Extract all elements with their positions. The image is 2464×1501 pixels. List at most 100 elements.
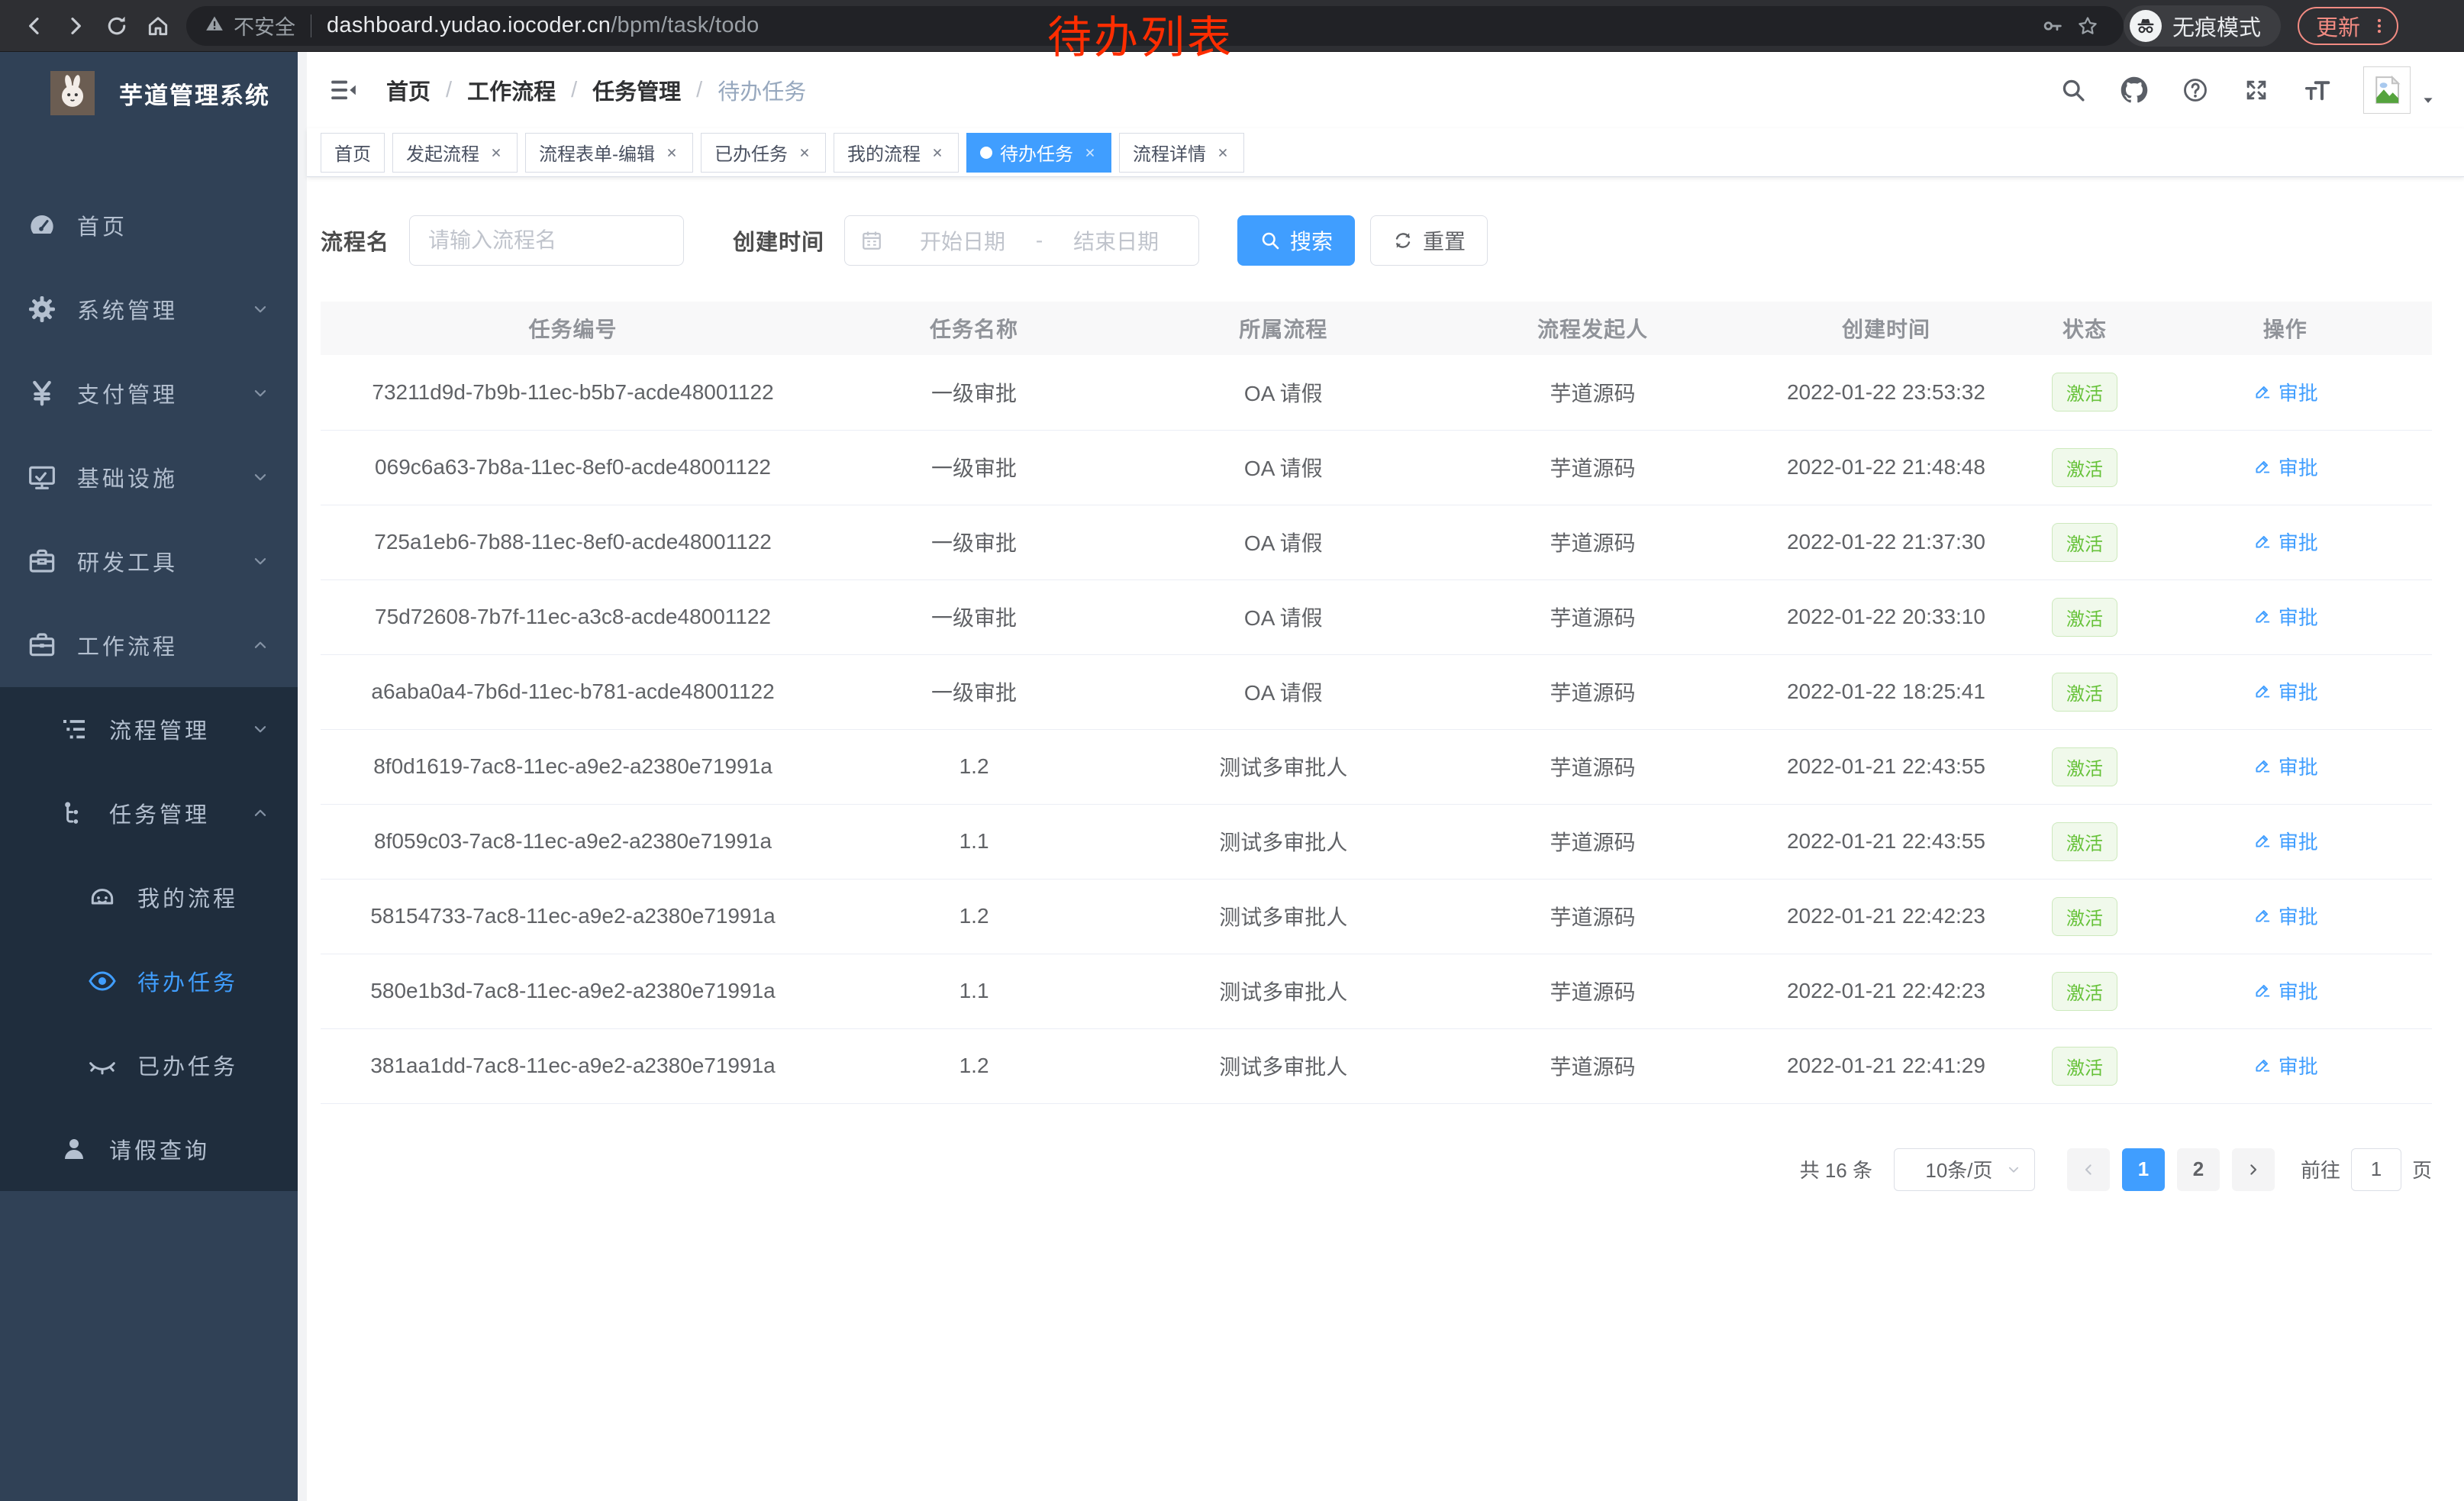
- table-row: 8f059c03-7ac8-11ec-a9e2-a2380e71991a1.1测…: [321, 804, 2432, 879]
- approve-link[interactable]: 审批: [2253, 378, 2318, 406]
- help-icon[interactable]: [2180, 75, 2211, 105]
- reset-button[interactable]: 重置: [1370, 215, 1488, 266]
- process-name-input[interactable]: [409, 215, 684, 266]
- fullscreen-icon[interactable]: [2241, 75, 2272, 105]
- page-button-1[interactable]: 1: [2122, 1148, 2165, 1191]
- tab-发起流程[interactable]: 发起流程: [392, 133, 518, 173]
- breadcrumb-item[interactable]: 工作流程: [467, 74, 556, 106]
- date-range-picker[interactable]: 开始日期 - 结束日期: [844, 215, 1199, 266]
- date-start-placeholder[interactable]: 开始日期: [895, 225, 1030, 256]
- browser-back-icon[interactable]: [14, 5, 55, 47]
- sidebar-item-devtools[interactable]: 研发工具: [0, 519, 298, 603]
- tab-close-icon[interactable]: [489, 145, 504, 160]
- cell-action: 审批: [2138, 954, 2432, 1028]
- tab-close-icon[interactable]: [930, 145, 945, 160]
- approve-link[interactable]: 审批: [2253, 752, 2318, 780]
- cell-task-id: 58154733-7ac8-11ec-a9e2-a2380e71991a: [321, 879, 825, 954]
- edit-pen-icon: [2253, 905, 2279, 925]
- address-bar[interactable]: 不安全 dashboard.yudao.iocoder.cn/bpm/task/…: [186, 6, 2124, 46]
- cell-initiator: 芋道源码: [1443, 804, 1741, 879]
- navbar-right: [2027, 66, 2437, 114]
- approve-link[interactable]: 审批: [2253, 453, 2318, 481]
- app-logo-row[interactable]: 芋道管理系统: [0, 52, 298, 134]
- sidebar: 芋道管理系统 首页系统管理支付管理基础设施研发工具工作流程流程管理任务管理我的流…: [0, 52, 298, 1501]
- sidebar-item-done-task[interactable]: 已办任务: [0, 1023, 298, 1107]
- tab-close-icon[interactable]: [797, 145, 812, 160]
- table-row: 75d72608-7b7f-11ec-a3c8-acde48001122一级审批…: [321, 579, 2432, 654]
- chevron-down-icon: [250, 299, 270, 319]
- bookmark-star-icon[interactable]: [2070, 8, 2105, 44]
- create-time-label: 创建时间: [733, 224, 824, 257]
- cell-initiator: 芋道源码: [1443, 729, 1741, 804]
- tab-待办任务[interactable]: 待办任务: [966, 133, 1111, 173]
- tab-我的流程[interactable]: 我的流程: [834, 133, 959, 173]
- sidebar-item-task-mgmt[interactable]: 任务管理: [0, 771, 298, 855]
- sidebar-item-label: 首页: [77, 209, 127, 241]
- browser-update-button[interactable]: 更新: [2298, 7, 2398, 45]
- font-size-icon[interactable]: [2302, 75, 2333, 105]
- approve-link[interactable]: 审批: [2253, 976, 2318, 1005]
- security-warning-icon[interactable]: [205, 14, 224, 37]
- tab-首页[interactable]: 首页: [321, 133, 385, 173]
- avatar-caret-down-icon[interactable]: [2420, 92, 2437, 108]
- approve-link[interactable]: 审批: [2253, 827, 2318, 855]
- approve-link[interactable]: 审批: [2253, 1051, 2318, 1080]
- cell-initiator: 芋道源码: [1443, 654, 1741, 729]
- cell-initiator: 芋道源码: [1443, 954, 1741, 1028]
- tab-close-icon[interactable]: [1215, 145, 1230, 160]
- search-button-label: 搜索: [1290, 225, 1333, 256]
- sidebar-item-process-mgmt[interactable]: 流程管理: [0, 687, 298, 771]
- sidebar-scrollbar[interactable]: [298, 52, 307, 1501]
- tab-label: 待办任务: [1000, 139, 1073, 166]
- cell-action: 审批: [2138, 1028, 2432, 1103]
- status-badge: 激活: [2052, 1047, 2117, 1086]
- sidebar-item-my-process[interactable]: 我的流程: [0, 855, 298, 939]
- edit-pen-icon: [2253, 382, 2279, 402]
- browser-forward-icon[interactable]: [55, 5, 96, 47]
- page-size-select[interactable]: 10条/页: [1894, 1148, 2035, 1191]
- browser-home-icon[interactable]: [137, 5, 179, 47]
- github-icon[interactable]: [2119, 75, 2150, 105]
- approve-link[interactable]: 审批: [2253, 528, 2318, 556]
- password-key-icon[interactable]: [2035, 8, 2070, 44]
- search-button-icon: [1259, 230, 1290, 251]
- tab-流程详情[interactable]: 流程详情: [1119, 133, 1244, 173]
- tab-close-icon[interactable]: [1082, 145, 1098, 160]
- header-search-icon[interactable]: [2058, 75, 2088, 105]
- page-button-2[interactable]: 2: [2177, 1148, 2220, 1191]
- url-path: /bpm/task/todo: [611, 13, 759, 37]
- browser-menu-dots-icon[interactable]: [2369, 16, 2389, 36]
- tab-label: 发起流程: [406, 139, 479, 166]
- goto-page-input[interactable]: [2351, 1148, 2401, 1191]
- tab-已办任务[interactable]: 已办任务: [701, 133, 826, 173]
- breadcrumb-item[interactable]: 任务管理: [592, 74, 681, 106]
- prev-page-button[interactable]: [2067, 1148, 2110, 1191]
- tab-close-icon[interactable]: [664, 145, 679, 160]
- content: 流程名 创建时间 开始日期 - 结束日期 搜索 重: [307, 177, 2464, 1501]
- sidebar-item-workflow[interactable]: 工作流程: [0, 603, 298, 687]
- date-end-placeholder[interactable]: 结束日期: [1049, 225, 1183, 256]
- approve-link[interactable]: 审批: [2253, 902, 2318, 930]
- sidebar-collapse-icon[interactable]: [327, 73, 360, 107]
- sidebar-item-infra[interactable]: 基础设施: [0, 435, 298, 519]
- breadcrumb-item[interactable]: 首页: [386, 74, 431, 106]
- sidebar-item-todo-task[interactable]: 待办任务: [0, 939, 298, 1023]
- approve-link[interactable]: 审批: [2253, 602, 2318, 631]
- status-badge: 激活: [2052, 822, 2117, 861]
- tab-流程表单-编辑[interactable]: 流程表单-编辑: [525, 133, 693, 173]
- reset-button-label: 重置: [1423, 225, 1466, 256]
- sidebar-item-home[interactable]: 首页: [0, 183, 298, 267]
- browser-reload-icon[interactable]: [96, 5, 137, 47]
- sidebar-item-payment[interactable]: 支付管理: [0, 351, 298, 435]
- next-page-button[interactable]: [2232, 1148, 2275, 1191]
- avatar[interactable]: [2363, 66, 2411, 114]
- sidebar-item-system[interactable]: 系统管理: [0, 267, 298, 351]
- sidebar-item-leave-query[interactable]: 请假查询: [0, 1107, 298, 1191]
- search-button[interactable]: 搜索: [1237, 215, 1355, 266]
- cell-process: OA 请假: [1123, 430, 1443, 505]
- approve-link[interactable]: 审批: [2253, 677, 2318, 705]
- process-name-label: 流程名: [321, 224, 389, 257]
- edit-pen-icon: [2253, 831, 2279, 851]
- eye-open-icon: [85, 964, 119, 998]
- edit-pen-icon: [2253, 756, 2279, 776]
